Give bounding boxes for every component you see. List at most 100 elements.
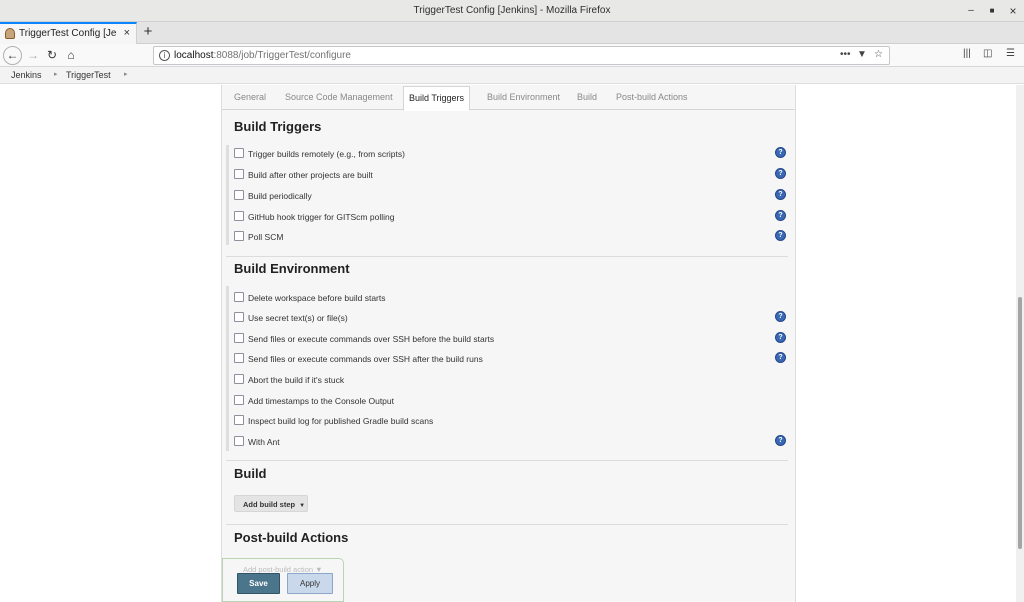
breadcrumb-separator-icon[interactable]: ▸: [124, 70, 128, 78]
option-label: GitHub hook trigger for GITScm polling: [248, 212, 395, 222]
option-label: Add timestamps to the Console Output: [248, 396, 394, 406]
help-icon[interactable]: ?: [775, 210, 786, 221]
window-title: TriggerTest Config [Jenkins] - Mozilla F…: [413, 5, 611, 16]
config-tabs: General Source Code Management Build Tri…: [222, 85, 795, 111]
maximize-icon[interactable]: ■: [984, 3, 1000, 19]
poll-scm-checkbox[interactable]: [234, 231, 244, 241]
url-bar[interactable]: i localhost:8088/job/TriggerTest/configu…: [153, 46, 890, 65]
save-apply-bar: Add post-build action ▼ Save Apply: [222, 558, 344, 602]
menu-icon[interactable]: ☰: [1006, 48, 1015, 59]
option-label: Poll SCM: [248, 232, 284, 242]
pocket-icon[interactable]: ▼: [857, 49, 867, 60]
section-divider: [226, 460, 788, 461]
ssh-after-build-checkbox[interactable]: [234, 353, 244, 363]
tab-general[interactable]: General: [234, 92, 266, 102]
bookmark-star-icon[interactable]: ☆: [874, 49, 883, 60]
close-tab-icon[interactable]: ×: [124, 27, 130, 39]
window-title-bar: TriggerTest Config [Jenkins] - Mozilla F…: [0, 0, 1024, 22]
add-build-step-label: Add build step: [243, 500, 296, 509]
option-label: Build after other projects are built: [248, 170, 373, 180]
build-after-other-projects-checkbox[interactable]: [234, 169, 244, 179]
page-scrollbar[interactable]: [1016, 85, 1024, 602]
site-info-icon[interactable]: i: [159, 50, 170, 61]
browser-tab-label: TriggerTest Config [Jenki: [19, 28, 117, 39]
help-icon[interactable]: ?: [775, 332, 786, 343]
help-icon[interactable]: ?: [775, 230, 786, 241]
option-row: GitHub hook trigger for GITScm polling ?: [234, 210, 786, 224]
inspect-gradle-scans-checkbox[interactable]: [234, 415, 244, 425]
section-title-post-build-actions: Post-build Actions: [234, 530, 349, 545]
option-row: With Ant ?: [234, 435, 786, 449]
option-row: Poll SCM ?: [234, 230, 786, 244]
github-hook-trigger-checkbox[interactable]: [234, 211, 244, 221]
use-secret-text-checkbox[interactable]: [234, 312, 244, 322]
reload-icon[interactable]: ↻: [43, 46, 61, 65]
option-row: Build periodically ?: [234, 189, 786, 203]
page-content: General Source Code Management Build Tri…: [0, 85, 1016, 602]
trigger-remotely-checkbox[interactable]: [234, 148, 244, 158]
tab-build-triggers[interactable]: Build Triggers: [403, 86, 471, 111]
ssh-before-build-checkbox[interactable]: [234, 333, 244, 343]
help-icon[interactable]: ?: [775, 168, 786, 179]
forward-arrow-icon[interactable]: →: [24, 46, 42, 65]
option-label: Trigger builds remotely (e.g., from scri…: [248, 149, 405, 159]
build-periodically-checkbox[interactable]: [234, 190, 244, 200]
config-form: General Source Code Management Build Tri…: [221, 85, 796, 602]
section-divider: [226, 524, 788, 525]
section-indent-bar: [226, 286, 229, 451]
abort-if-stuck-checkbox[interactable]: [234, 374, 244, 384]
option-label: Build periodically: [248, 191, 312, 201]
tab-post-build-actions[interactable]: Post-build Actions: [616, 92, 688, 102]
url-host: localhost: [174, 50, 214, 61]
help-icon[interactable]: ?: [775, 189, 786, 200]
option-label: Inspect build log for published Gradle b…: [248, 416, 434, 426]
dropdown-caret-icon: ▼: [299, 503, 306, 509]
new-tab-icon[interactable]: +: [141, 23, 155, 41]
tab-build-environment[interactable]: Build Environment: [487, 92, 560, 102]
tab-source-code-management[interactable]: Source Code Management: [285, 92, 393, 102]
option-row: Use secret text(s) or file(s) ?: [234, 311, 786, 325]
help-icon[interactable]: ?: [775, 435, 786, 446]
tab-build[interactable]: Build: [577, 92, 597, 102]
option-row: Add timestamps to the Console Output: [234, 394, 786, 408]
url-path: :8088/job/TriggerTest/configure: [213, 50, 351, 61]
add-build-step-button[interactable]: Add build step ▼: [234, 495, 308, 512]
minimize-icon[interactable]: –: [963, 3, 979, 19]
sidebar-icon[interactable]: ◫: [983, 48, 992, 59]
with-ant-checkbox[interactable]: [234, 436, 244, 446]
close-icon[interactable]: ×: [1005, 3, 1021, 19]
apply-button[interactable]: Apply: [287, 573, 333, 594]
section-title-build-environment: Build Environment: [234, 261, 350, 276]
section-title-build-triggers: Build Triggers: [234, 119, 322, 134]
back-arrow-icon[interactable]: ←: [3, 46, 22, 65]
navigation-bar: ← → ↻ ⌂ i localhost:8088/job/TriggerTest…: [0, 44, 1024, 67]
section-title-build: Build: [234, 466, 267, 481]
save-button[interactable]: Save: [237, 573, 280, 594]
delete-workspace-checkbox[interactable]: [234, 292, 244, 302]
help-icon[interactable]: ?: [775, 352, 786, 363]
add-timestamps-checkbox[interactable]: [234, 395, 244, 405]
help-icon[interactable]: ?: [775, 311, 786, 322]
help-icon[interactable]: ?: [775, 147, 786, 158]
option-label: Send files or execute commands over SSH …: [248, 334, 495, 344]
option-label: Delete workspace before build starts: [248, 293, 386, 303]
home-icon[interactable]: ⌂: [62, 46, 80, 65]
breadcrumb-job[interactable]: TriggerTest: [66, 70, 111, 80]
breadcrumb-jenkins[interactable]: Jenkins: [11, 70, 42, 80]
option-label: Abort the build if it's stuck: [248, 375, 345, 385]
option-label: Send files or execute commands over SSH …: [248, 354, 483, 364]
page-actions-icon[interactable]: •••: [840, 49, 851, 60]
browser-tab[interactable]: TriggerTest Config [Jenki ×: [0, 22, 137, 44]
url-text: localhost:8088/job/TriggerTest/configure: [174, 50, 351, 61]
scrollbar-thumb[interactable]: [1018, 297, 1022, 549]
jenkins-favicon-icon: [5, 28, 15, 39]
section-indent-bar: [226, 145, 229, 245]
breadcrumb-separator-icon[interactable]: ▸: [54, 70, 58, 78]
option-row: Abort the build if it's stuck: [234, 373, 786, 387]
option-row: Delete workspace before build starts: [234, 291, 786, 305]
library-icon[interactable]: |||: [963, 48, 971, 59]
option-row: Trigger builds remotely (e.g., from scri…: [234, 147, 786, 161]
breadcrumb: Jenkins ▸ TriggerTest ▸: [0, 67, 1024, 84]
option-label: Use secret text(s) or file(s): [248, 313, 348, 323]
option-label: With Ant: [248, 437, 280, 447]
